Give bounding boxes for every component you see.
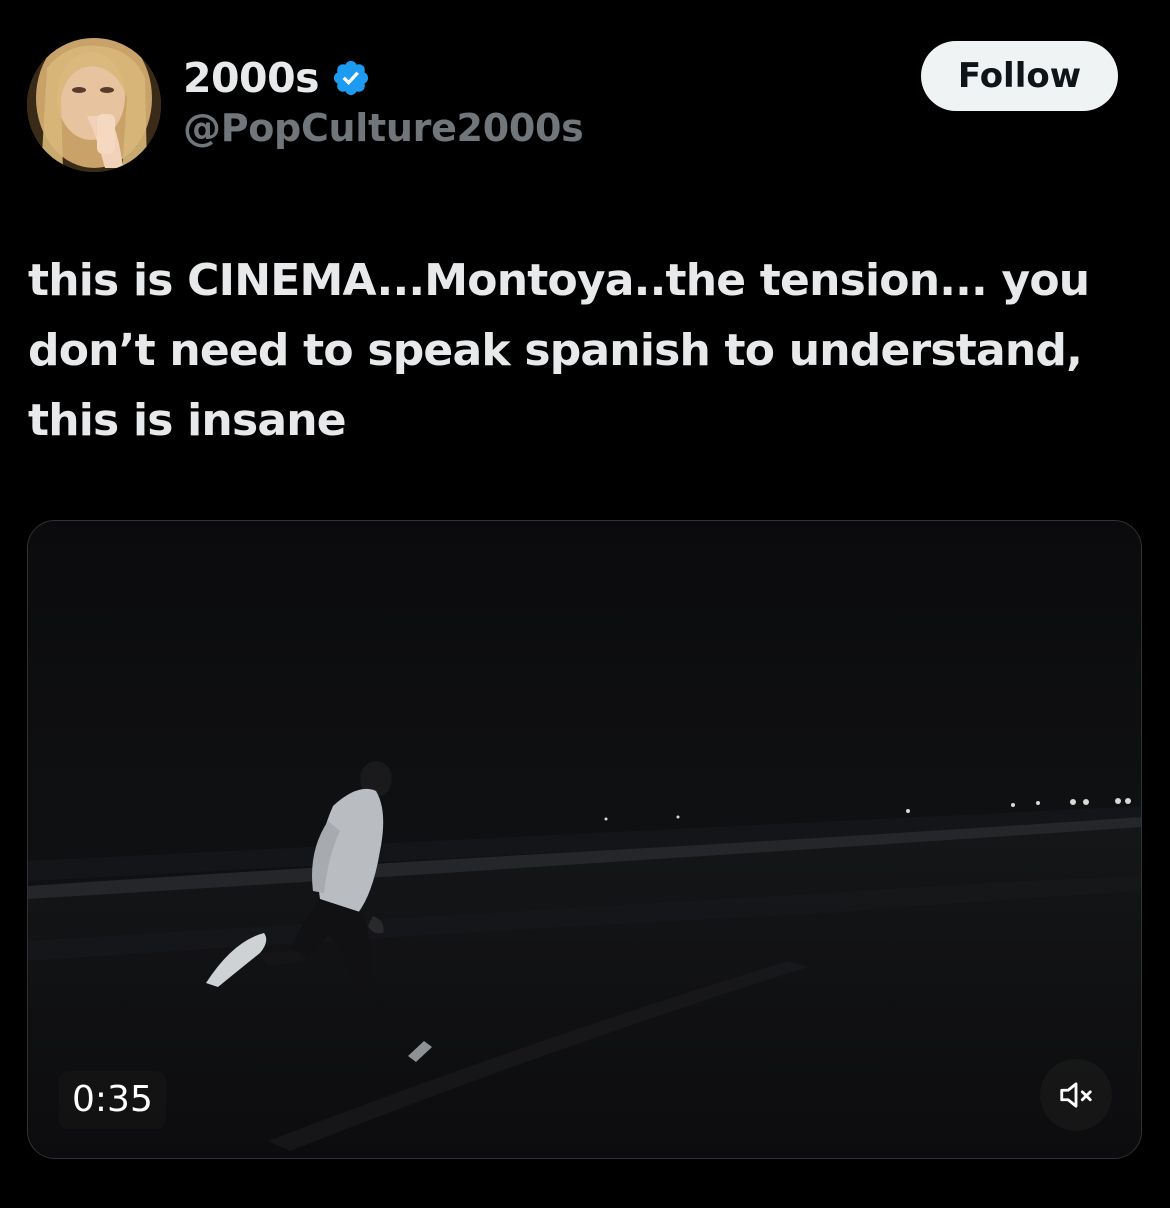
video-duration-badge: 0:35 bbox=[59, 1071, 166, 1129]
avatar-photo-icon bbox=[27, 38, 161, 172]
video-player[interactable]: 0:35 bbox=[27, 520, 1142, 1159]
tweet: 2000s @PopCulture2000s Follow this is CI… bbox=[0, 0, 1170, 1208]
author-handle[interactable]: @PopCulture2000s bbox=[183, 106, 584, 150]
volume-muted-icon bbox=[1060, 1082, 1092, 1108]
author-avatar[interactable] bbox=[27, 38, 161, 172]
verified-badge-icon[interactable] bbox=[331, 58, 371, 98]
mute-button[interactable] bbox=[1040, 1059, 1112, 1131]
video-frame bbox=[28, 521, 1141, 1158]
tweet-text: this is CINEMA...Montoya..the tension...… bbox=[28, 255, 1090, 446]
follow-button[interactable]: Follow bbox=[921, 41, 1118, 111]
author-name-row: 2000s bbox=[183, 52, 371, 104]
author-display-name[interactable]: 2000s bbox=[183, 54, 320, 102]
